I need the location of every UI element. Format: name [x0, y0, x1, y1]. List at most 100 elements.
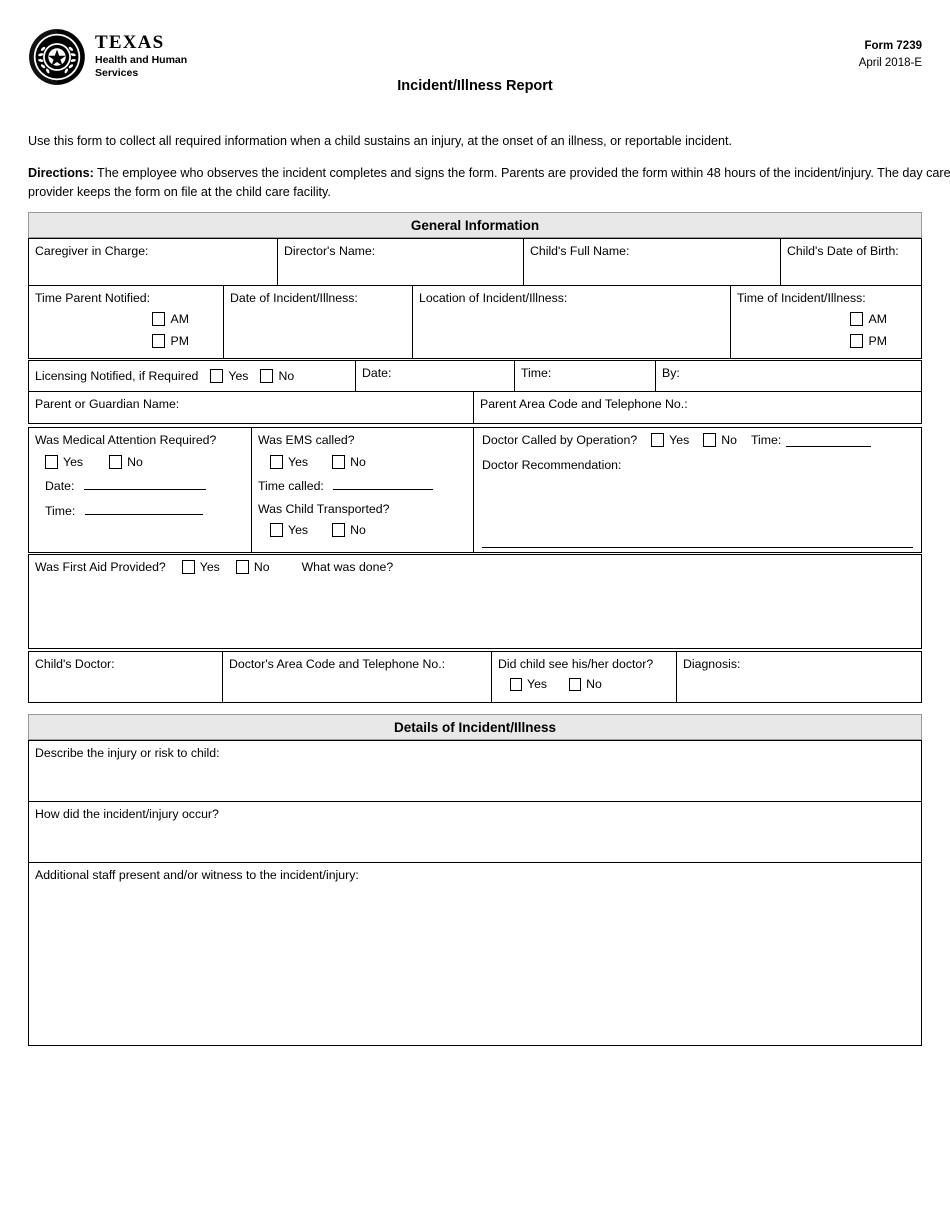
checkbox-ems-no[interactable]: No	[332, 455, 366, 469]
checkbox-icon[interactable]	[651, 433, 665, 447]
checkbox-icon[interactable]	[109, 455, 123, 469]
checkbox-incident-am[interactable]: AM	[849, 312, 887, 326]
field-childs-doctor[interactable]: Child's Doctor:	[28, 651, 223, 703]
section-header-details: Details of Incident/Illness	[28, 714, 922, 740]
checkbox-medical-attention-no[interactable]: No	[109, 455, 143, 469]
checkbox-incident-pm[interactable]: PM	[849, 334, 887, 348]
checkbox-icon[interactable]	[849, 312, 863, 326]
field-diagnosis[interactable]: Diagnosis:	[676, 651, 922, 703]
checkbox-first-aid-no[interactable]: No	[235, 560, 270, 574]
label-medical-attention-required: Was Medical Attention Required?	[35, 433, 217, 447]
label-yes: Yes	[669, 433, 690, 447]
label-first-aid-provided: Was First Aid Provided?	[35, 560, 166, 574]
field-directors-name[interactable]: Director's Name:	[277, 238, 524, 286]
field-first-aid-provided[interactable]: Was First Aid Provided? Yes No What was …	[28, 554, 922, 649]
form-page: TEXAS Health and Human Services Form 723…	[0, 0, 950, 1230]
medical-attention-time-row: Time:	[45, 503, 245, 518]
label-no: No	[586, 677, 602, 691]
checkbox-parent-notified-am[interactable]: AM	[151, 312, 189, 326]
section-header-general-information: General Information	[28, 212, 922, 238]
checkbox-icon[interactable]	[210, 369, 224, 383]
first-aid-row: Was First Aid Provided? Yes No What was …	[35, 560, 915, 574]
checkbox-icon[interactable]	[45, 455, 58, 469]
doctor-called-row: Doctor Called by Operation? Yes No Time:	[482, 433, 915, 447]
checkbox-doctor-called-yes[interactable]: Yes	[651, 433, 689, 447]
label-no: No	[127, 455, 143, 469]
label-medical-time: Time:	[45, 504, 76, 518]
input-doctor-time[interactable]	[786, 435, 872, 447]
doctor-called-time-row: Time:	[751, 433, 872, 447]
checkbox-icon[interactable]	[569, 677, 582, 691]
checkbox-saw-doctor-yes[interactable]: Yes	[510, 677, 547, 691]
checkbox-icon[interactable]	[703, 433, 717, 447]
field-parent-phone[interactable]: Parent Area Code and Telephone No.:	[473, 391, 922, 424]
field-medical-attention-required[interactable]: Was Medical Attention Required? Yes No D…	[28, 427, 252, 553]
checkbox-parent-notified-pm[interactable]: PM	[151, 334, 189, 348]
checkbox-icon[interactable]	[260, 369, 274, 383]
field-doctor-called-by-operation[interactable]: Doctor Called by Operation? Yes No Time:…	[473, 427, 922, 553]
checkbox-icon[interactable]	[235, 560, 249, 574]
checkbox-medical-attention-yes[interactable]: Yes	[45, 455, 83, 469]
agency-sub-line-1: Health and Human	[95, 54, 188, 67]
checkbox-icon[interactable]	[510, 677, 522, 691]
checkbox-icon[interactable]	[270, 523, 283, 537]
child-transported-options: Yes No	[270, 523, 467, 537]
label-did-child-see-doctor: Did child see his/her doctor?	[498, 657, 654, 671]
field-did-child-see-doctor[interactable]: Did child see his/her doctor? Yes No	[491, 651, 677, 703]
field-location-of-incident[interactable]: Location of Incident/Illness:	[412, 285, 731, 359]
label-am: AM	[170, 312, 189, 326]
medical-attention-date-row: Date:	[45, 478, 245, 493]
checkbox-icon[interactable]	[332, 523, 346, 537]
checkbox-licensing-no[interactable]: No	[260, 369, 294, 383]
label-no: No	[350, 523, 366, 537]
label-time-of-incident: Time of Incident/Illness:	[737, 291, 866, 305]
checkbox-icon[interactable]	[151, 312, 165, 326]
field-childs-full-name[interactable]: Child's Full Name:	[523, 238, 781, 286]
checkbox-icon[interactable]	[332, 455, 346, 469]
field-licensing-date[interactable]: Date:	[355, 360, 515, 392]
label-caregiver-in-charge: Caregiver in Charge:	[35, 244, 149, 258]
label-yes: Yes	[199, 560, 220, 574]
field-parent-guardian-name[interactable]: Parent or Guardian Name:	[28, 391, 474, 424]
field-ems-called[interactable]: Was EMS called? Yes No Time called: Was …	[251, 427, 474, 553]
field-how-did-occur[interactable]: How did the incident/injury occur?	[28, 801, 922, 863]
field-time-of-incident[interactable]: Time of Incident/Illness: AM PM	[730, 285, 922, 359]
field-licensing-time[interactable]: Time:	[514, 360, 656, 392]
input-medical-date[interactable]	[83, 478, 206, 490]
checkbox-licensing-yes[interactable]: Yes	[210, 369, 248, 383]
checkbox-transported-yes[interactable]: Yes	[270, 523, 308, 537]
checkbox-transported-no[interactable]: No	[332, 523, 366, 537]
checkbox-saw-doctor-no[interactable]: No	[569, 677, 602, 691]
field-childs-date-of-birth[interactable]: Child's Date of Birth:	[780, 238, 922, 286]
input-time-called[interactable]	[333, 478, 434, 490]
field-date-of-incident[interactable]: Date of Incident/Illness:	[223, 285, 413, 359]
checkbox-first-aid-yes[interactable]: Yes	[181, 560, 220, 574]
label-doctor-called-by-operation: Doctor Called by Operation?	[482, 433, 638, 447]
field-additional-staff[interactable]: Additional staff present and/or witness …	[28, 862, 922, 1046]
checkbox-doctor-called-no[interactable]: No	[703, 433, 737, 447]
field-describe-injury[interactable]: Describe the injury or risk to child:	[28, 740, 922, 802]
label-no: No	[350, 455, 366, 469]
medical-attention-options: Yes No	[45, 455, 245, 469]
checkbox-icon[interactable]	[270, 455, 283, 469]
label-childs-date-of-birth: Child's Date of Birth:	[787, 244, 899, 258]
label-am: AM	[868, 312, 887, 326]
field-doctors-phone[interactable]: Doctor's Area Code and Telephone No.:	[222, 651, 492, 703]
label-diagnosis: Diagnosis:	[683, 657, 741, 671]
field-time-parent-notified[interactable]: Time Parent Notified: AM PM	[28, 285, 224, 359]
form-meta: Form 7239 April 2018-E	[859, 38, 922, 71]
label-childs-full-name: Child's Full Name:	[530, 244, 630, 258]
doctor-recommendation-row: Doctor Recommendation:	[482, 458, 915, 472]
field-licensing-by[interactable]: By:	[655, 360, 922, 392]
form-revision-date: April 2018-E	[858, 56, 922, 69]
checkbox-icon[interactable]	[181, 560, 195, 574]
field-licensing-notified[interactable]: Licensing Notified, if Required Yes No	[28, 360, 356, 392]
input-medical-time[interactable]	[84, 503, 203, 515]
checkbox-ems-yes[interactable]: Yes	[270, 455, 308, 469]
field-caregiver-in-charge[interactable]: Caregiver in Charge:	[28, 238, 278, 286]
label-yes: Yes	[527, 677, 548, 691]
checkbox-icon[interactable]	[849, 334, 863, 348]
label-time-parent-notified: Time Parent Notified:	[35, 291, 151, 305]
checkbox-icon[interactable]	[151, 334, 165, 348]
input-doctor-recommendation[interactable]	[482, 547, 913, 548]
